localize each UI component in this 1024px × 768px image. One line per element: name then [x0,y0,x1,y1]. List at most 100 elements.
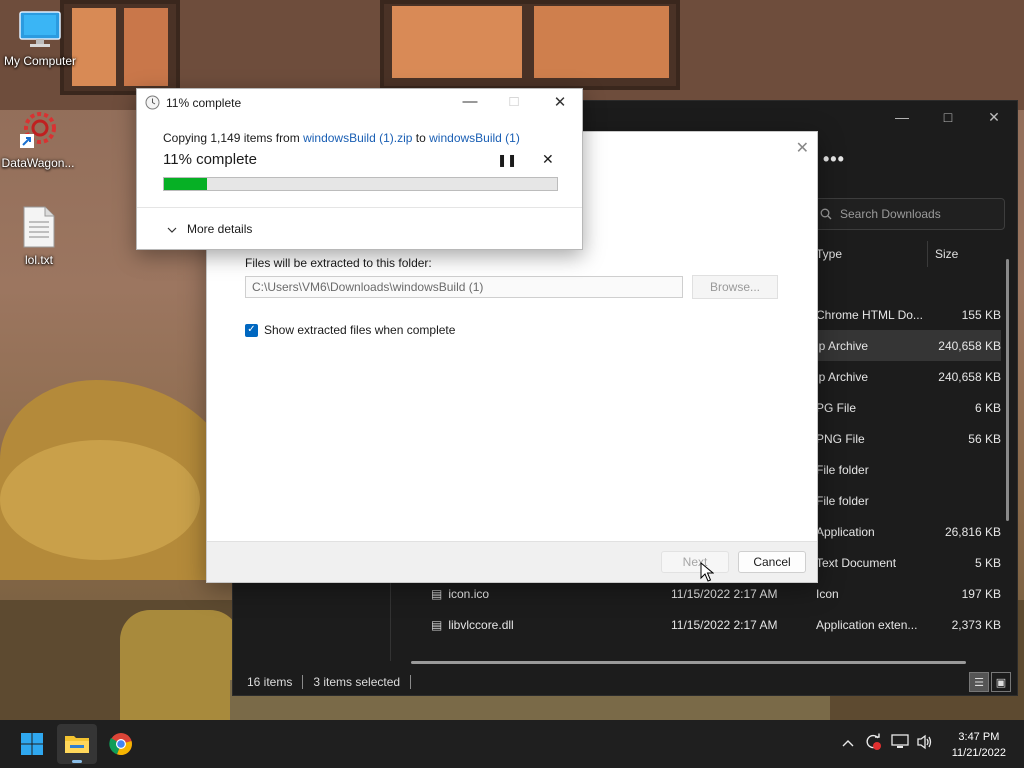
divider [137,207,582,208]
file-type: Icon [816,587,839,601]
source-link[interactable]: windowsBuild (1).zip [303,131,412,145]
volume-icon[interactable] [916,734,934,753]
tiles-view-button[interactable]: ▣ [991,672,1011,692]
desktop-icon-label: lol.txt [24,253,53,267]
file-size: 155 KB [961,308,1001,322]
file-type: ip Archive [816,339,869,353]
text-file-icon [23,206,55,248]
status-separator [302,675,304,689]
file-date: 11/15/2022 2:17 AM [671,618,778,632]
show-files-option[interactable]: ✓ Show extracted files when complete [245,323,455,337]
file-size: 5 KB [974,556,1001,570]
file-type: Application exten... [816,618,918,632]
more-details-label: More details [187,222,253,236]
file-type: Application [816,525,875,539]
file-type-icon: ▤ [431,618,443,632]
pause-icon[interactable]: ❚❚ [497,153,517,167]
file-type: PG File [816,401,857,415]
close-button[interactable]: ✕ [971,101,1017,133]
file-type: File folder [816,463,869,477]
file-name: ▤ icon.ico [431,587,489,601]
start-button[interactable] [12,724,52,764]
desktop-icon-label: DataWagon... [1,156,75,170]
wizard-footer: Next Cancel [207,541,817,582]
copy-mid: to [412,131,430,145]
clock-date: 11/21/2022 [951,747,1006,759]
desktop-icon-label: My Computer [3,54,77,68]
clock-time: 3:47 PM [958,731,1000,743]
copy-description: Copying 1,149 items from windowsBuild (1… [163,131,520,145]
network-icon[interactable] [891,734,909,753]
maximize-button[interactable]: □ [925,101,971,133]
destination-path-field[interactable]: C:\Users\VM6\Downloads\windowsBuild (1) [245,276,683,298]
more-details-toggle[interactable]: More details [167,222,252,236]
cancel-button[interactable]: Cancel [738,551,806,573]
checkbox-checked-icon[interactable]: ✓ [245,323,258,337]
gear-icon [20,112,56,148]
file-size: 56 KB [968,432,1001,446]
dialog-title: 11% complete [166,95,242,110]
status-bar: 16 items 3 items selected [247,675,412,689]
status-separator [410,675,412,689]
file-type: Chrome HTML Do... [816,308,923,322]
file-size: 26,816 KB [944,525,1001,539]
details-view-button[interactable]: ☰ [969,672,989,692]
progress-status: 11% complete [163,151,257,168]
minimize-button[interactable]: — [879,101,925,133]
file-type: Text Document [816,556,897,570]
next-button[interactable]: Next [661,551,729,573]
vertical-scrollbar[interactable] [1006,259,1009,521]
windows-logo-icon [21,733,43,755]
file-type: File folder [816,494,869,508]
file-date: 11/15/2022 2:17 AM [671,587,778,601]
more-options-button[interactable]: ••• [823,149,845,170]
file-row[interactable]: ▤ libvlccore.dll 11/15/2022 2:17 AM Applica… [391,609,1001,640]
file-explorer-taskbar-button[interactable] [57,724,97,764]
item-count: 16 items [247,675,293,689]
copy-prefix: Copying 1,149 items from [163,131,304,145]
system-clock[interactable]: 3:47 PM 11/21/2022 [952,729,1006,761]
file-size: 240,658 KB [938,370,1001,384]
dialog-title-bar: 11% complete [145,95,241,110]
clock-icon [145,95,160,110]
search-placeholder: Search Downloads [840,207,941,221]
file-name: ▤ libvlccore.dll [431,618,514,632]
file-name-text: icon.ico [448,587,490,601]
progress-bar-fill [164,178,208,190]
nav-pane-divider [390,581,391,661]
chrome-icon [109,733,132,756]
cancel-copy-icon[interactable]: ✕ [542,151,554,168]
view-toggle: ☰ ▣ [969,672,1011,692]
copy-progress-dialog: 11% complete — □ ✕ Copying 1,149 items f… [136,88,583,250]
file-size: 2,373 KB [951,618,1001,632]
close-button[interactable]: ✕ [545,93,575,111]
folder-icon [65,736,89,753]
mouse-cursor-icon [700,562,714,582]
column-header-size[interactable]: Size [935,247,958,261]
close-icon[interactable]: ✕ [796,138,809,158]
file-size: 240,658 KB [938,339,1001,353]
chrome-taskbar-button[interactable] [101,724,141,764]
file-size: 6 KB [974,401,1001,415]
column-header-type[interactable]: Type [816,247,842,261]
file-type-icon: ▤ [431,587,443,601]
minimize-button[interactable]: — [455,93,485,110]
taskbar: 3:47 PM 11/21/2022 [0,720,1024,768]
desktop-icon-my-computer[interactable]: My Computer [0,10,80,68]
search-box[interactable]: Search Downloads [811,198,1005,230]
file-type: ip Archive [816,370,869,384]
desktop-icon-datawagon[interactable]: DataWagon... [0,108,78,170]
browse-button[interactable]: Browse... [692,275,778,299]
destination-link[interactable]: windowsBuild (1) [429,131,520,145]
column-divider[interactable] [927,241,928,267]
selected-count: 3 items selected [313,675,401,689]
chevron-up-icon[interactable] [842,734,854,750]
sync-icon[interactable] [864,733,882,754]
desktop-icon-lol-txt[interactable]: lol.txt [0,205,79,267]
horizontal-scrollbar[interactable] [411,661,966,664]
progress-bar [163,177,558,191]
chevron-down-icon [167,222,177,236]
search-icon [820,208,832,220]
show-files-label: Show extracted files when complete [264,323,456,337]
active-indicator [72,760,82,763]
